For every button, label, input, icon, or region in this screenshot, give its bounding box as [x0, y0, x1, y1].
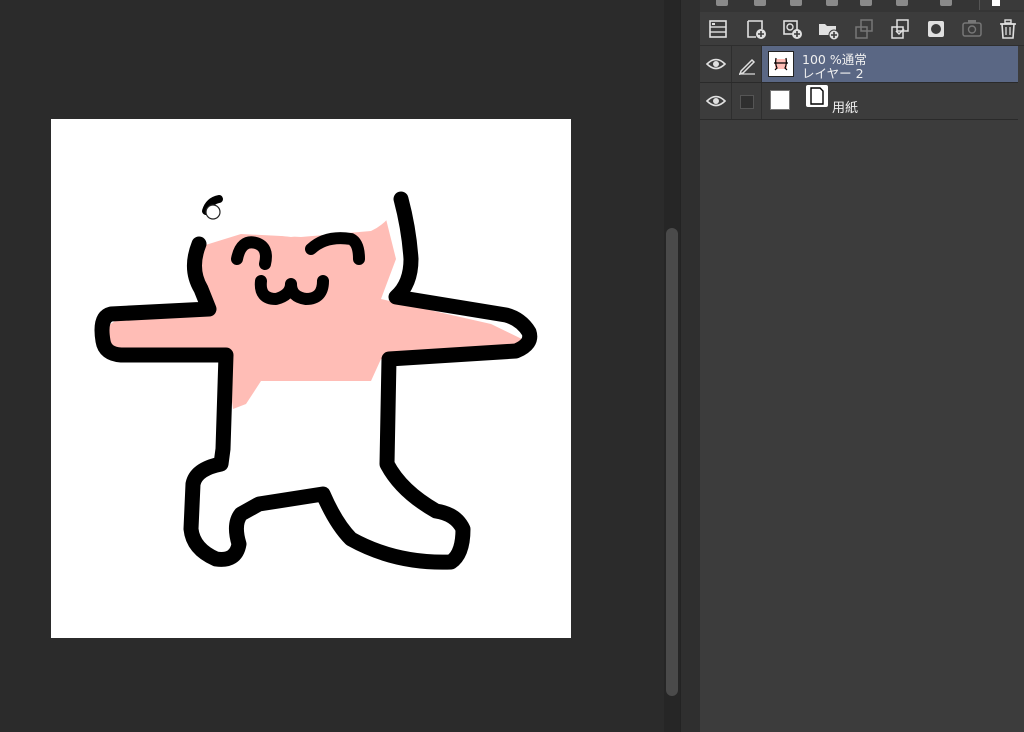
- canvas-scroll-thumb[interactable]: [666, 228, 678, 696]
- panel-tab[interactable]: [979, 0, 1024, 10]
- ghost-icon: [860, 0, 872, 6]
- edit-target-toggle[interactable]: [732, 83, 762, 119]
- checkbox-icon[interactable]: [740, 95, 754, 109]
- pen-icon[interactable]: [737, 55, 757, 75]
- eye-icon[interactable]: [706, 94, 726, 108]
- ghost-icon: [716, 0, 728, 6]
- new-raster-layer-icon[interactable]: [744, 17, 768, 41]
- canvas-workspace[interactable]: [0, 0, 664, 732]
- layer-list-empty-area: [700, 121, 1024, 732]
- layer-mask-icon[interactable]: [924, 17, 948, 41]
- layer-row-layer-2[interactable]: 100 %通常 レイヤー 2: [700, 46, 1018, 83]
- edit-target-toggle[interactable]: [732, 46, 762, 82]
- layer-property-icon[interactable]: [706, 17, 730, 41]
- paper-thumbnail: [770, 90, 790, 110]
- layer-row-paper[interactable]: 用紙: [700, 83, 1018, 120]
- panel-top-strip: [700, 0, 1024, 12]
- new-folder-icon[interactable]: [816, 17, 840, 41]
- paper-layer-icon: [806, 85, 828, 107]
- visibility-toggle[interactable]: [700, 83, 732, 119]
- ghost-icon: [826, 0, 838, 6]
- merge-down-icon[interactable]: [888, 17, 912, 41]
- cat-drawing: [94, 177, 538, 570]
- ghost-icon: [896, 0, 908, 6]
- layer-panel: 100 %通常 レイヤー 2 用紙: [700, 0, 1024, 732]
- mask-apply-icon[interactable]: [960, 17, 984, 41]
- visibility-toggle[interactable]: [700, 46, 732, 82]
- layer-thumbnail: [768, 51, 794, 77]
- ghost-icon: [940, 0, 952, 6]
- layer-row-main[interactable]: 100 %通常 レイヤー 2: [762, 46, 1018, 82]
- layer-toolbar: [700, 12, 1024, 46]
- layer-name: レイヤー 2: [802, 66, 864, 81]
- eye-icon[interactable]: [706, 57, 726, 71]
- new-vector-layer-icon[interactable]: [780, 17, 804, 41]
- panel-splitter[interactable]: [680, 0, 701, 732]
- cat-thumbnail-icon: [774, 57, 788, 71]
- circle-brush-cursor: [205, 204, 221, 220]
- ghost-icon: [754, 0, 766, 6]
- ghost-icon: [790, 0, 802, 6]
- layer-row-main[interactable]: 用紙: [762, 83, 1018, 119]
- layer-name: 用紙: [832, 101, 859, 116]
- transfer-down-icon[interactable]: [852, 17, 876, 41]
- drawing-canvas[interactable]: [51, 119, 571, 638]
- delete-layer-icon[interactable]: [996, 17, 1020, 41]
